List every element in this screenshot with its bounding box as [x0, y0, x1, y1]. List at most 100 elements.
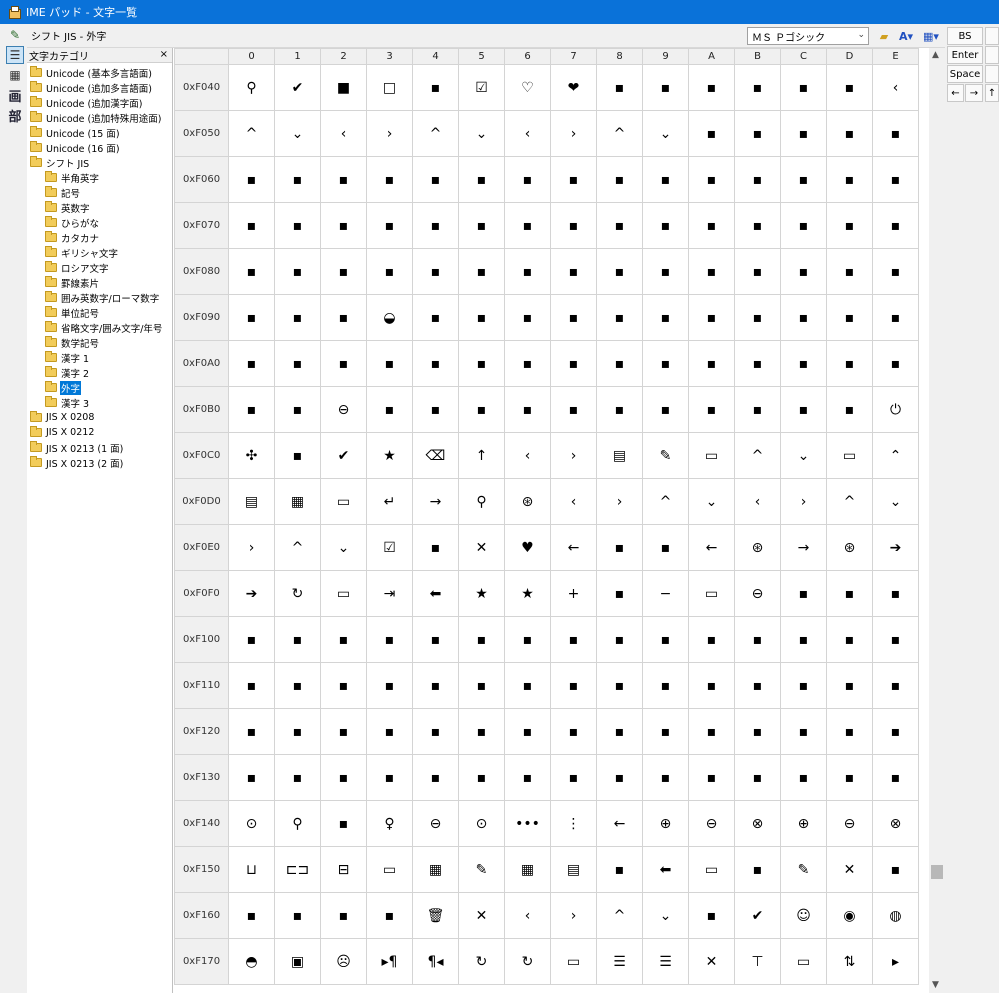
char-cell[interactable]: ▪: [826, 294, 873, 341]
char-cell[interactable]: ▪: [734, 754, 781, 801]
char-cell[interactable]: ❤: [550, 64, 597, 111]
char-cell[interactable]: ⚲: [458, 478, 505, 525]
char-cell[interactable]: ▪: [826, 386, 873, 433]
char-list-applet-icon[interactable]: ☰: [6, 46, 24, 64]
char-cell[interactable]: ▪: [734, 248, 781, 295]
char-cell[interactable]: ↵: [366, 478, 413, 525]
char-cell[interactable]: ▭: [320, 570, 367, 617]
char-cell[interactable]: ▪: [642, 248, 689, 295]
char-cell[interactable]: ▪: [688, 202, 735, 249]
char-cell[interactable]: ▭: [826, 432, 873, 479]
char-cell[interactable]: ▪: [366, 708, 413, 755]
char-cell[interactable]: ▪: [412, 202, 459, 249]
char-cell[interactable]: ▪: [412, 616, 459, 663]
char-cell[interactable]: ☑: [366, 524, 413, 571]
char-cell[interactable]: ♀: [366, 800, 413, 847]
char-cell[interactable]: ▪: [642, 662, 689, 709]
close-icon[interactable]: ×: [160, 49, 168, 60]
category-item[interactable]: 漢字 3: [27, 395, 172, 410]
char-cell[interactable]: ▪: [780, 294, 827, 341]
char-cell[interactable]: ›: [550, 110, 597, 157]
char-cell[interactable]: □: [366, 64, 413, 111]
category-item[interactable]: Unicode (基本多言語面): [27, 65, 172, 80]
char-cell[interactable]: ▪: [458, 616, 505, 663]
char-cell[interactable]: ›: [550, 432, 597, 479]
char-cell[interactable]: ▪: [550, 754, 597, 801]
char-cell[interactable]: ▪: [228, 156, 275, 203]
category-item[interactable]: 英数字: [27, 200, 172, 215]
char-cell[interactable]: ◉: [826, 892, 873, 939]
char-cell[interactable]: ▪: [228, 754, 275, 801]
char-cell[interactable]: ▪: [458, 156, 505, 203]
char-cell[interactable]: ▪: [596, 202, 643, 249]
char-cell[interactable]: ▪: [596, 294, 643, 341]
font-size-icon[interactable]: A▾: [895, 27, 917, 45]
char-cell[interactable]: ▭: [366, 846, 413, 893]
char-cell[interactable]: ▪: [412, 156, 459, 203]
char-cell[interactable]: ⊗: [872, 800, 919, 847]
char-cell[interactable]: ✕: [458, 524, 505, 571]
char-cell[interactable]: ⌃: [872, 432, 919, 479]
char-cell[interactable]: ⊛: [504, 478, 551, 525]
char-cell[interactable]: ‹: [320, 110, 367, 157]
char-cell[interactable]: ▪: [642, 340, 689, 387]
char-cell[interactable]: ▪: [458, 248, 505, 295]
char-cell[interactable]: ▪: [412, 754, 459, 801]
char-cell[interactable]: ⏻: [872, 386, 919, 433]
scroll-thumb[interactable]: [931, 865, 943, 879]
char-cell[interactable]: ▪: [228, 248, 275, 295]
char-cell[interactable]: ▣: [274, 938, 321, 985]
char-cell[interactable]: ▪: [826, 156, 873, 203]
char-cell[interactable]: ›: [550, 892, 597, 939]
char-cell[interactable]: ▪: [320, 248, 367, 295]
char-cell[interactable]: ▪: [228, 892, 275, 939]
char-cell[interactable]: ▪: [412, 64, 459, 111]
category-item[interactable]: 外字: [27, 380, 172, 395]
char-cell[interactable]: ✣: [228, 432, 275, 479]
char-cell[interactable]: •••: [504, 800, 551, 847]
char-cell[interactable]: →: [780, 524, 827, 571]
char-cell[interactable]: ▭: [550, 938, 597, 985]
category-item[interactable]: ひらがな: [27, 215, 172, 230]
char-cell[interactable]: ▪: [366, 156, 413, 203]
char-cell[interactable]: ⊔: [228, 846, 275, 893]
char-cell[interactable]: ▤: [228, 478, 275, 525]
char-cell[interactable]: ▪: [688, 340, 735, 387]
char-cell[interactable]: ^: [642, 478, 689, 525]
char-cell[interactable]: ▪: [320, 616, 367, 663]
char-cell[interactable]: ▪: [274, 202, 321, 249]
char-cell[interactable]: ✎: [780, 846, 827, 893]
char-cell[interactable]: ▪: [688, 662, 735, 709]
char-cell[interactable]: ◍: [872, 892, 919, 939]
char-cell[interactable]: ^: [228, 110, 275, 157]
char-cell[interactable]: ⊏⊐: [274, 846, 321, 893]
char-cell[interactable]: ▭: [780, 938, 827, 985]
char-cell[interactable]: ▪: [366, 662, 413, 709]
category-item[interactable]: 単位記号: [27, 305, 172, 320]
char-cell[interactable]: ▪: [274, 248, 321, 295]
char-cell[interactable]: ▪: [504, 386, 551, 433]
char-cell[interactable]: ➔: [872, 524, 919, 571]
char-cell[interactable]: ▪: [596, 156, 643, 203]
char-cell[interactable]: ⌄: [642, 892, 689, 939]
char-cell[interactable]: ▪: [504, 708, 551, 755]
char-cell[interactable]: ⊖: [688, 800, 735, 847]
char-cell[interactable]: ➔: [228, 570, 275, 617]
char-cell[interactable]: ▪: [458, 662, 505, 709]
char-cell[interactable]: ⊗: [734, 800, 781, 847]
char-cell[interactable]: ▪: [642, 294, 689, 341]
char-cell[interactable]: ▪: [274, 340, 321, 387]
category-item[interactable]: Unicode (追加漢字面): [27, 95, 172, 110]
char-cell[interactable]: ▪: [642, 64, 689, 111]
category-item[interactable]: JIS X 0213 (1 面): [27, 440, 172, 455]
char-cell[interactable]: ←: [688, 524, 735, 571]
folder-open-icon[interactable]: ▰: [875, 27, 893, 45]
char-cell[interactable]: ⌄: [642, 110, 689, 157]
char-cell[interactable]: ▭: [688, 432, 735, 479]
category-item[interactable]: 漢字 2: [27, 365, 172, 380]
char-cell[interactable]: ▪: [734, 202, 781, 249]
char-cell[interactable]: →: [412, 478, 459, 525]
char-cell[interactable]: ▪: [872, 708, 919, 755]
char-cell[interactable]: ▪: [550, 708, 597, 755]
char-cell[interactable]: ⌄: [274, 110, 321, 157]
